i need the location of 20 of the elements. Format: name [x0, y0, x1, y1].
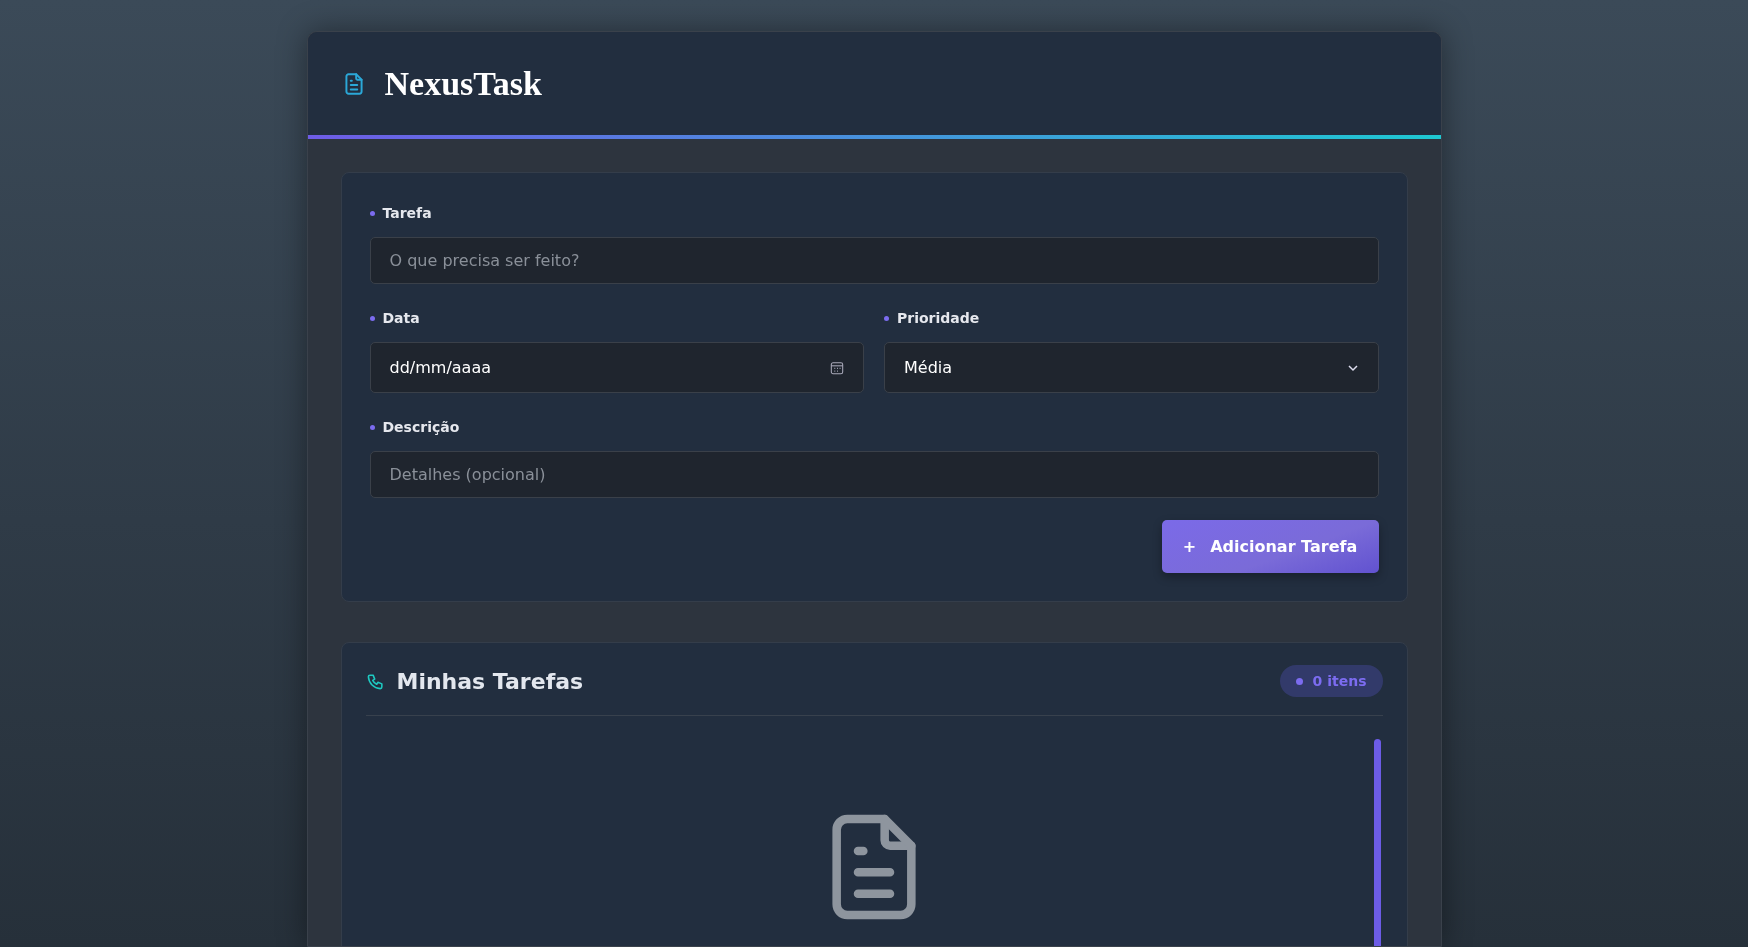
field-label: Data: [382, 310, 420, 326]
calendar-icon: [830, 360, 844, 375]
app-title: NexusTask: [384, 64, 542, 103]
chevron-icon: [1346, 363, 1359, 372]
bullet-icon: [369, 424, 375, 430]
scrollbar-thumb[interactable]: [1373, 739, 1381, 946]
bullet-icon: [884, 315, 889, 321]
text-field[interactable]: Detalhes (opcional): [369, 451, 1379, 498]
list-title: Minhas Tarefas: [396, 668, 585, 694]
field-label: Tarefa: [382, 205, 432, 221]
add-task-button[interactable]: + Adicionar Tarefa: [1161, 520, 1379, 573]
field-label: Prioridade: [897, 310, 980, 326]
bullet-icon: [369, 210, 375, 216]
text-field[interactable]: O que precisa ser feito?: [369, 237, 1379, 284]
date-field[interactable]: dd/mm/aaaa: [369, 342, 864, 393]
bullet-icon: [369, 315, 375, 321]
priority-dropdown[interactable]: Média: [884, 342, 1379, 393]
item-count-badge: 0 itens: [1279, 665, 1383, 697]
field-label: Descrição: [382, 419, 460, 435]
phone-icon: [365, 671, 385, 691]
